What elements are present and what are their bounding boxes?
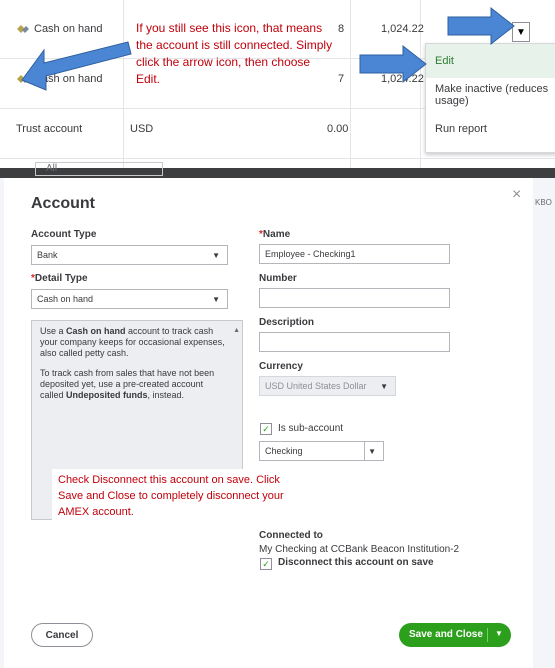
background-page-edge: KBO — [533, 178, 555, 668]
name-label: *Name — [259, 229, 291, 240]
row-action-menu: Edit Make inactive (reduces usage) Run r… — [425, 43, 555, 153]
menu-item-edit[interactable]: Edit — [426, 44, 555, 78]
caret-down-icon: ▼ — [212, 295, 220, 304]
filter-select[interactable]: All — [35, 162, 163, 176]
detail-type-select[interactable]: Cash on hand ▼ — [31, 289, 228, 309]
accounts-table: Cash on hand 8 1,024.22 Cash on hand 7 1… — [0, 0, 555, 168]
sub-account-checkbox[interactable]: ✓ — [260, 423, 272, 435]
pointer-arrow-icon — [359, 44, 427, 84]
currency-select: USD United States Dollar ▼ — [259, 376, 396, 396]
number-label: Number — [259, 273, 297, 284]
caret-down-icon: ▼ — [380, 382, 388, 391]
select-divider — [364, 442, 365, 460]
menu-item-run-report[interactable]: Run report — [426, 112, 555, 146]
column-header-fragment: KBO — [535, 198, 552, 207]
disconnect-label: Disconnect this account on save — [278, 557, 434, 568]
cancel-button[interactable]: Cancel — [31, 623, 93, 647]
connected-institution: My Checking at CCBank Beacon Institution… — [259, 544, 460, 555]
sub-account-label: Is sub-account — [278, 423, 344, 434]
account-type-select[interactable]: Bank ▼ — [31, 245, 228, 265]
detail-type-label: *Detail Type — [31, 273, 88, 284]
account-type-label: Account Type — [31, 229, 97, 240]
number-input[interactable] — [259, 288, 450, 308]
description-label: Description — [259, 317, 315, 328]
parent-account-select[interactable]: Checking ▼ — [259, 441, 384, 461]
caret-down-icon: ▼ — [368, 447, 376, 456]
button-divider — [487, 628, 488, 642]
disconnect-checkbox[interactable]: ✓ — [260, 558, 272, 570]
caret-down-icon: ▼ — [212, 251, 220, 260]
instruction-callout: Check Disconnect this account on save. C… — [52, 469, 312, 523]
checkmark-icon: ✓ — [262, 558, 270, 569]
dialog-title: Account — [31, 195, 95, 212]
scroll-up-icon[interactable]: ▲ — [233, 325, 240, 336]
menu-item-make-inactive[interactable]: Make inactive (reduces usage) — [426, 78, 555, 112]
account-balance: 0.00 — [327, 123, 349, 135]
instruction-callout: If you still see this icon, that means t… — [136, 21, 333, 86]
save-and-close-button[interactable]: Save and Close ▼ — [399, 623, 511, 647]
connected-to-label: Connected to — [259, 530, 323, 541]
checkmark-icon: ✓ — [262, 423, 270, 434]
currency-label: Currency — [259, 361, 303, 372]
description-input[interactable] — [259, 332, 450, 352]
name-input[interactable] — [259, 244, 450, 264]
close-icon[interactable]: × — [512, 186, 521, 204]
account-dialog: Account × Account Type Bank ▼ *Detail Ty… — [4, 178, 533, 668]
pointer-arrow-icon — [21, 41, 132, 91]
pointer-arrow-icon — [447, 6, 515, 46]
account-name: Trust account — [16, 123, 83, 135]
caret-down-icon[interactable]: ▼ — [495, 629, 503, 638]
account-currency: USD — [130, 123, 154, 135]
